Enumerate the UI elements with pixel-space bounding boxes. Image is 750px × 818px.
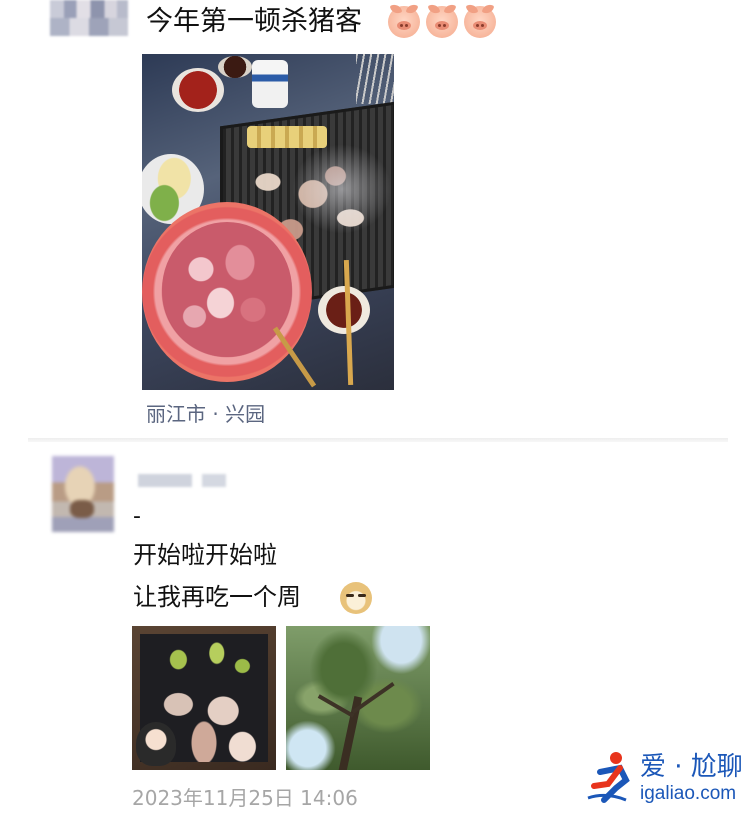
location-link[interactable]: 丽江市 · 兴园 bbox=[146, 398, 265, 427]
post-text-line: 开始啦开始啦 bbox=[133, 541, 277, 569]
runner-logo-icon bbox=[587, 752, 630, 803]
avatar[interactable] bbox=[52, 456, 114, 532]
redacted-username[interactable] bbox=[202, 474, 226, 487]
post-photo-thumbnail[interactable] bbox=[132, 626, 276, 770]
doge-icon bbox=[340, 582, 372, 614]
watermark-url: igaliao.com bbox=[640, 783, 737, 804]
divider bbox=[28, 438, 728, 442]
post-photo-thumbnail[interactable] bbox=[286, 626, 430, 770]
pig-face-icon bbox=[426, 6, 458, 38]
timestamp: 2023年11月25日 14:06 bbox=[132, 786, 358, 810]
emoji-row bbox=[388, 4, 496, 40]
post-text-line: 让我再吃一个周 bbox=[133, 583, 301, 611]
post-text-dash: - bbox=[133, 504, 141, 529]
pig-face-icon bbox=[388, 6, 420, 38]
watermark-title: 爱 · 尬聊 bbox=[640, 752, 743, 782]
post-text: 今年第一顿杀猪客 bbox=[146, 6, 362, 37]
post-photo[interactable] bbox=[142, 54, 394, 390]
avatar[interactable] bbox=[50, 0, 128, 36]
redacted-username[interactable] bbox=[138, 474, 192, 487]
pig-face-icon bbox=[464, 6, 496, 38]
